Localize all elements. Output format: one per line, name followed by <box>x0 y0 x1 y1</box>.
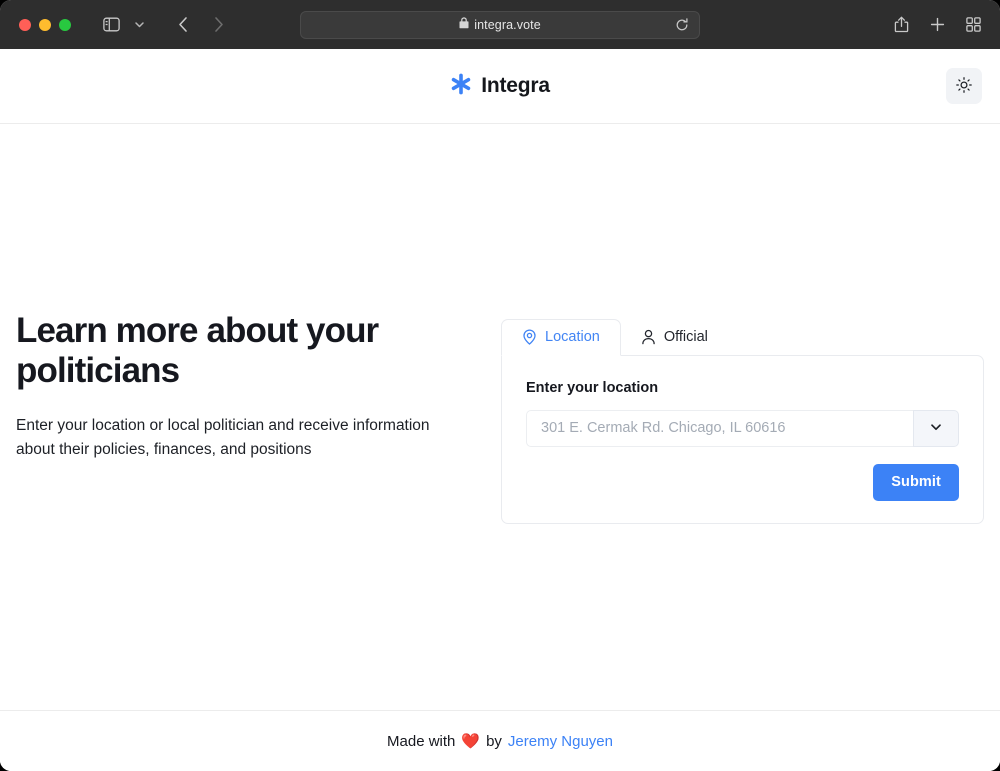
minimize-window-button[interactable] <box>39 18 51 31</box>
sun-icon <box>956 76 972 96</box>
page-content: Integra Learn more about your politician… <box>0 49 1000 771</box>
form-tabs: Location Official <box>501 318 984 356</box>
theme-toggle-button[interactable] <box>946 68 982 104</box>
address-bar-content: integra.vote <box>459 16 541 34</box>
location-input[interactable] <box>526 409 913 447</box>
tab-official-label: Official <box>663 328 708 345</box>
back-button[interactable] <box>170 12 196 38</box>
new-tab-plus-icon[interactable] <box>924 12 950 38</box>
chevron-down-icon <box>929 420 943 437</box>
main-inner: Learn more about your politicians Enter … <box>16 311 984 524</box>
sidebar-icon[interactable] <box>98 12 124 38</box>
lookup-form-section: Location Official Enter your location 30… <box>501 311 984 524</box>
page-title: Learn more about your politicians <box>16 310 379 391</box>
location-input-row <box>526 409 959 447</box>
hero-section: Learn more about your politicians Enter … <box>16 311 501 462</box>
submit-button[interactable]: Submit <box>873 463 959 501</box>
submit-row: Submit <box>526 463 959 501</box>
main-area: Learn more about your politicians Enter … <box>0 124 1000 710</box>
reload-icon[interactable] <box>673 16 691 34</box>
brand-name: Integra <box>481 74 550 97</box>
address-bar[interactable]: integra.vote <box>300 11 700 39</box>
asterisk-sparkle-icon <box>450 73 472 100</box>
forward-button[interactable] <box>206 12 232 38</box>
tab-official[interactable]: Official <box>621 319 728 355</box>
tab-location-label: Location <box>545 329 600 345</box>
close-window-button[interactable] <box>19 18 31 31</box>
heart-icon: ❤️ <box>461 732 481 750</box>
sidebar-controls <box>98 12 152 38</box>
footer-middle: by <box>486 732 502 750</box>
lookup-form-card: Enter your location 301 E. Cermak Rd. Ch… <box>501 354 984 524</box>
share-icon[interactable] <box>888 12 914 38</box>
footer-credit: Made with ❤️ by Jeremy Nguyen <box>387 733 613 750</box>
navigation-controls <box>170 12 232 38</box>
lock-icon <box>459 16 469 34</box>
site-footer: Made with ❤️ by Jeremy Nguyen <box>0 710 1000 771</box>
author-link[interactable]: Jeremy Nguyen <box>508 733 613 750</box>
map-pin-icon <box>522 329 537 345</box>
footer-prefix: Made with <box>387 732 456 750</box>
tab-overview-icon[interactable] <box>960 12 986 38</box>
tab-location[interactable]: Location <box>501 318 621 356</box>
maximize-window-button[interactable] <box>59 18 71 31</box>
location-field-label: Enter your location <box>526 379 659 396</box>
sidebar-chevron-down-icon[interactable] <box>126 12 152 38</box>
person-icon <box>641 329 656 345</box>
hero-subtitle: Enter your location or local politician … <box>16 417 430 459</box>
toolbar-right-group <box>888 12 986 38</box>
browser-toolbar: integra.vote <box>0 0 1000 49</box>
browser-window: integra.vote Integra Learn more about yo… <box>0 0 1000 771</box>
window-traffic-lights <box>19 18 71 31</box>
address-bar-url: integra.vote <box>474 18 541 32</box>
site-header: Integra <box>0 49 1000 124</box>
location-dropdown-button[interactable] <box>913 409 959 447</box>
brand-logo[interactable]: Integra <box>450 73 550 100</box>
